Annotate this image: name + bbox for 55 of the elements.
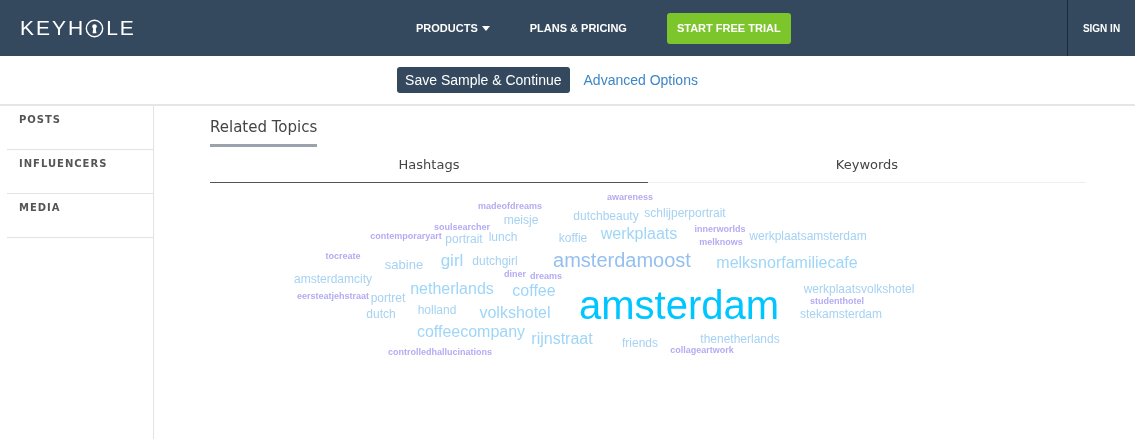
sign-in-link[interactable]: SIGN IN <box>1067 0 1135 56</box>
cloud-word: stekamsterdam <box>800 308 882 320</box>
section-title: Related Topics <box>210 108 318 147</box>
cloud-word: portret <box>370 292 406 304</box>
cloud-word: lunch <box>488 231 518 243</box>
cloud-word: meisje <box>503 214 539 226</box>
cloud-word: rijnstraat <box>531 331 593 347</box>
sidebar-item[interactable]: MEDIA <box>7 194 153 238</box>
cloud-word: studenthotel <box>810 296 864 306</box>
cloud-word: volkshotel <box>479 305 551 321</box>
cloud-word: dutch <box>366 308 396 320</box>
cloud-word: contemporaryart <box>370 231 442 241</box>
cloud-word: dreams <box>530 271 562 281</box>
cloud-word: werkplaats <box>600 226 678 242</box>
cloud-word: amsterdamcity <box>294 273 372 285</box>
cloud-word: friends <box>622 337 658 349</box>
cloud-word: schlijperportrait <box>644 207 726 219</box>
cloud-word: sabine <box>384 257 424 271</box>
cloud-word: holland <box>417 304 457 316</box>
keyhole-icon <box>85 18 105 38</box>
advanced-options-link[interactable]: Advanced Options <box>583 72 698 88</box>
cloud-word: netherlands <box>410 281 494 297</box>
cloud-word: madeofdreams <box>478 201 542 211</box>
caret-icon <box>481 25 490 31</box>
logo-text: KEYH <box>20 16 86 40</box>
cloud-word: controlledhallucinations <box>388 347 492 357</box>
cloud-word: girl <box>440 251 464 269</box>
sidebar-item[interactable]: POSTS <box>7 106 153 150</box>
cloud-word: dutchgirl <box>472 255 518 267</box>
cloud-word: koffie <box>558 232 588 244</box>
logo-text: LE <box>106 16 136 40</box>
tab[interactable]: Keywords <box>648 155 1086 183</box>
cloud-word: awareness <box>607 192 653 202</box>
save-button[interactable]: Save Sample & Continue <box>397 67 570 93</box>
cloud-word: melksnorfamiliecafe <box>716 255 858 271</box>
cloud-word: thenetherlands <box>700 333 780 345</box>
cloud-word: collageartwork <box>670 345 734 355</box>
cloud-word: tocreate <box>325 251 361 261</box>
cloud-word: coffee <box>512 283 556 299</box>
cloud-word: werkplaatsamsterdam <box>749 230 867 242</box>
cloud-word: amsterdamoost <box>553 250 691 270</box>
cloud-word: eersteatjehstraat <box>297 291 369 301</box>
nav-link[interactable]: PLANS & PRICING <box>529 22 627 34</box>
cloud-word: innerworlds <box>694 224 746 234</box>
cloud-word: diner <box>504 269 526 279</box>
cloud-word: dutchbeauty <box>573 210 639 222</box>
cloud-word: melknows <box>699 237 743 247</box>
cloud-word: amsterdam <box>578 285 780 325</box>
tab[interactable]: Hashtags <box>210 155 648 183</box>
cloud-word: coffeecompany <box>416 324 526 340</box>
cloud-word: werkplaatsvolkshotel <box>803 283 915 295</box>
sidebar-item[interactable]: INFLUENCERS <box>7 150 153 194</box>
cloud-word: portrait <box>445 233 483 245</box>
products-menu[interactable]: PRODUCTS <box>416 22 490 34</box>
cloud-word: soulsearcher <box>434 222 490 232</box>
